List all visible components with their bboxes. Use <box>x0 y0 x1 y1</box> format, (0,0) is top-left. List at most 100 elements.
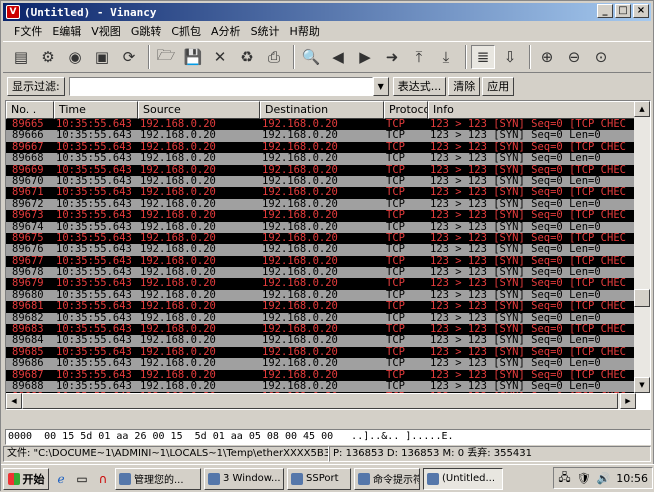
capture-options-icon[interactable]: ⚙ <box>36 45 60 69</box>
go-first-icon[interactable]: ⤒ <box>407 45 431 69</box>
colorize-icon[interactable]: ≣ <box>471 45 495 69</box>
go-forward-icon[interactable]: ▶ <box>353 45 377 69</box>
packet-row[interactable]: 89672 10:35:55.643 192.168.0.20 192.168.0.2… <box>6 198 636 211</box>
go-last-icon[interactable]: ⤓ <box>434 45 458 69</box>
go-to-packet-icon[interactable]: ➜ <box>380 45 404 69</box>
taskbar-item[interactable]: 3 Window... <box>204 467 284 490</box>
start-capture-icon[interactable]: ◉ <box>63 45 87 69</box>
expression-button[interactable]: 表达式... <box>392 76 447 96</box>
packet-row[interactable]: 89685 10:35:55.643 192.168.0.20 192.168.0.2… <box>6 346 636 359</box>
packet-row[interactable]: 89676 10:35:55.643 192.168.0.20 192.168.0.2… <box>6 244 636 256</box>
packet-row[interactable]: 89668 10:35:55.643 192.168.0.20 192.168.0.2… <box>6 153 636 165</box>
scroll-up-icon[interactable]: ▲ <box>634 101 650 117</box>
column-header-no[interactable]: No. . <box>6 101 54 119</box>
column-header-info[interactable]: Info <box>428 101 636 119</box>
packet-row[interactable]: 89673 10:35:55.643 192.168.0.20 192.168.0.2… <box>6 210 636 222</box>
ie-browser-icon[interactable]: ℯ <box>52 470 70 488</box>
horizontal-scrollbar[interactable]: ◀ ▶ <box>6 393 636 409</box>
scroll-right-icon[interactable]: ▶ <box>620 393 636 409</box>
zoom-in-icon[interactable]: ⊕ <box>535 45 559 69</box>
packet-time: 10:35:55.643 <box>56 119 132 130</box>
packet-no: 89670 <box>12 175 44 187</box>
network-icon[interactable]: 🖧 <box>558 469 570 488</box>
pane-splitter[interactable] <box>5 412 651 427</box>
packet-source: 192.168.0.20 <box>140 130 216 142</box>
print-icon[interactable]: ⎙ <box>262 45 286 69</box>
packet-row[interactable]: 89682 10:35:55.643 192.168.0.20 192.168.0.2… <box>6 312 636 325</box>
security-shield-icon[interactable]: 🛡 <box>577 472 591 485</box>
packet-row[interactable]: 89666 10:35:55.643 192.168.0.20 192.168.0.2… <box>6 130 636 142</box>
packet-row[interactable]: 89674 10:35:55.643 192.168.0.20 192.168.0.2… <box>6 221 636 233</box>
show-desktop-icon[interactable]: ▭ <box>73 470 91 488</box>
filter-label-button[interactable]: 显示过滤: <box>7 76 65 96</box>
stop-capture-icon[interactable]: ▣ <box>90 45 114 69</box>
taskbar-item[interactable]: SSPort <box>287 467 351 490</box>
packet-row[interactable]: 89684 10:35:55.643 192.168.0.20 192.168.0.2… <box>6 335 636 347</box>
menu-go[interactable]: G跳转 <box>126 23 167 39</box>
menu-view[interactable]: V视图 <box>86 23 126 39</box>
find-packet-icon[interactable]: 🔍 <box>299 45 323 69</box>
title-bar[interactable]: V (Untitled) - Vinancy _ □ × <box>3 3 651 21</box>
column-header-protocol[interactable]: Protocol <box>384 101 428 119</box>
clear-button[interactable]: 清除 <box>448 76 481 96</box>
apply-button[interactable]: 应用 <box>482 76 515 96</box>
scroll-left-icon[interactable]: ◀ <box>6 393 22 409</box>
scroll-down-icon[interactable]: ▼ <box>634 377 650 393</box>
clock[interactable]: 10:56 <box>616 472 648 485</box>
volume-icon[interactable]: 🔊 <box>597 472 611 485</box>
vinancy-launch-icon[interactable]: ∩ <box>94 470 112 488</box>
packet-row[interactable]: 89681 10:35:55.643 192.168.0.20 192.168.0.2… <box>6 301 636 313</box>
menu-help[interactable]: H帮助 <box>285 23 325 39</box>
packet-row[interactable]: 89683 10:35:55.643 192.168.0.20 192.168.0.2… <box>6 324 636 336</box>
start-button[interactable]: 开始 <box>3 467 49 490</box>
menu-file[interactable]: F文件 <box>9 23 47 39</box>
vertical-scrollbar[interactable]: ▲ ▼ <box>634 101 650 393</box>
minimize-button[interactable]: _ <box>597 4 613 18</box>
chevron-down-icon[interactable]: ▼ <box>372 76 389 96</box>
packet-row[interactable]: 89679 10:35:55.643 192.168.0.20 192.168.0.2… <box>6 278 636 290</box>
packet-row[interactable]: 89688 10:35:55.643 192.168.0.20 192.168.0.2… <box>6 380 636 393</box>
packet-row[interactable]: 89687 10:35:55.643 192.168.0.20 192.168.0.2… <box>6 369 636 381</box>
go-back-icon[interactable]: ◀ <box>326 45 350 69</box>
save-file-icon[interactable]: 💾 <box>181 45 205 69</box>
vinancy-logo-icon[interactable]: V <box>6 5 20 19</box>
packet-row[interactable]: 89669 10:35:55.643 192.168.0.20 192.168.0.2… <box>6 164 636 176</box>
vertical-scroll-thumb[interactable] <box>634 289 650 307</box>
menu-analyze[interactable]: A分析 <box>206 23 246 39</box>
menu-capture[interactable]: C抓包 <box>166 23 206 39</box>
packet-row[interactable]: 89686 10:35:55.643 192.168.0.20 192.168.0.2… <box>6 358 636 370</box>
interface-list-icon[interactable]: ▤ <box>9 45 33 69</box>
packet-row[interactable]: 89671 10:35:55.643 192.168.0.20 192.168.0.2… <box>6 187 636 199</box>
packet-row[interactable]: 89677 10:35:55.643 192.168.0.20 192.168.0.2… <box>6 255 636 268</box>
auto-scroll-icon[interactable]: ⇩ <box>498 45 522 69</box>
column-header-time[interactable]: Time <box>54 101 138 119</box>
packet-row[interactable]: 89670 10:35:55.643 192.168.0.20 192.168.0.2… <box>6 175 636 188</box>
column-header-destination[interactable]: Destination <box>260 101 384 119</box>
packet-no: 89674 <box>12 221 44 233</box>
close-file-icon[interactable]: ✕ <box>208 45 232 69</box>
packet-row[interactable]: 89678 10:35:55.643 192.168.0.20 192.168.0.2… <box>6 267 636 279</box>
normal-size-icon[interactable]: ⊙ <box>589 45 613 69</box>
column-header-source[interactable]: Source <box>138 101 260 119</box>
restart-capture-icon[interactable]: ⟳ <box>117 45 141 69</box>
menu-statistics[interactable]: S统计 <box>246 23 285 39</box>
taskbar-item[interactable]: 命令提示符 <box>354 467 420 490</box>
packet-info: 123 > 123 [SYN] Seq=0 [TCP CHEC <box>430 232 626 244</box>
packet-row[interactable]: 89667 10:35:55.643 192.168.0.20 192.168.0.2… <box>6 141 636 154</box>
filter-input[interactable] <box>68 76 373 96</box>
hex-dump-pane[interactable]: 0000 00 15 5d 01 aa 26 00 15 5d 01 aa 05… <box>5 429 651 445</box>
menu-edit[interactable]: E编辑 <box>47 23 86 39</box>
taskbar-item-label: 管理您的... <box>134 475 184 486</box>
packet-row[interactable]: 89680 10:35:55.643 192.168.0.20 192.168.0.2… <box>6 289 636 302</box>
packet-time: 10:35:55.643 <box>56 153 132 165</box>
packet-row[interactable]: 89675 10:35:55.643 192.168.0.20 192.168.0.2… <box>6 232 636 245</box>
taskbar-item[interactable]: 管理您的... <box>115 467 201 490</box>
open-file-icon[interactable]: 🗁 <box>154 45 178 69</box>
taskbar-item[interactable]: (Untitled... <box>423 467 503 490</box>
zoom-out-icon[interactable]: ⊖ <box>562 45 586 69</box>
packet-row[interactable]: 89665 10:35:55.643 192.168.0.20 192.168.0.2… <box>6 119 636 131</box>
horizontal-scroll-thumb[interactable] <box>22 393 618 409</box>
maximize-button[interactable]: □ <box>615 4 631 18</box>
close-button[interactable]: × <box>633 4 649 18</box>
reload-icon[interactable]: ♻ <box>235 45 259 69</box>
